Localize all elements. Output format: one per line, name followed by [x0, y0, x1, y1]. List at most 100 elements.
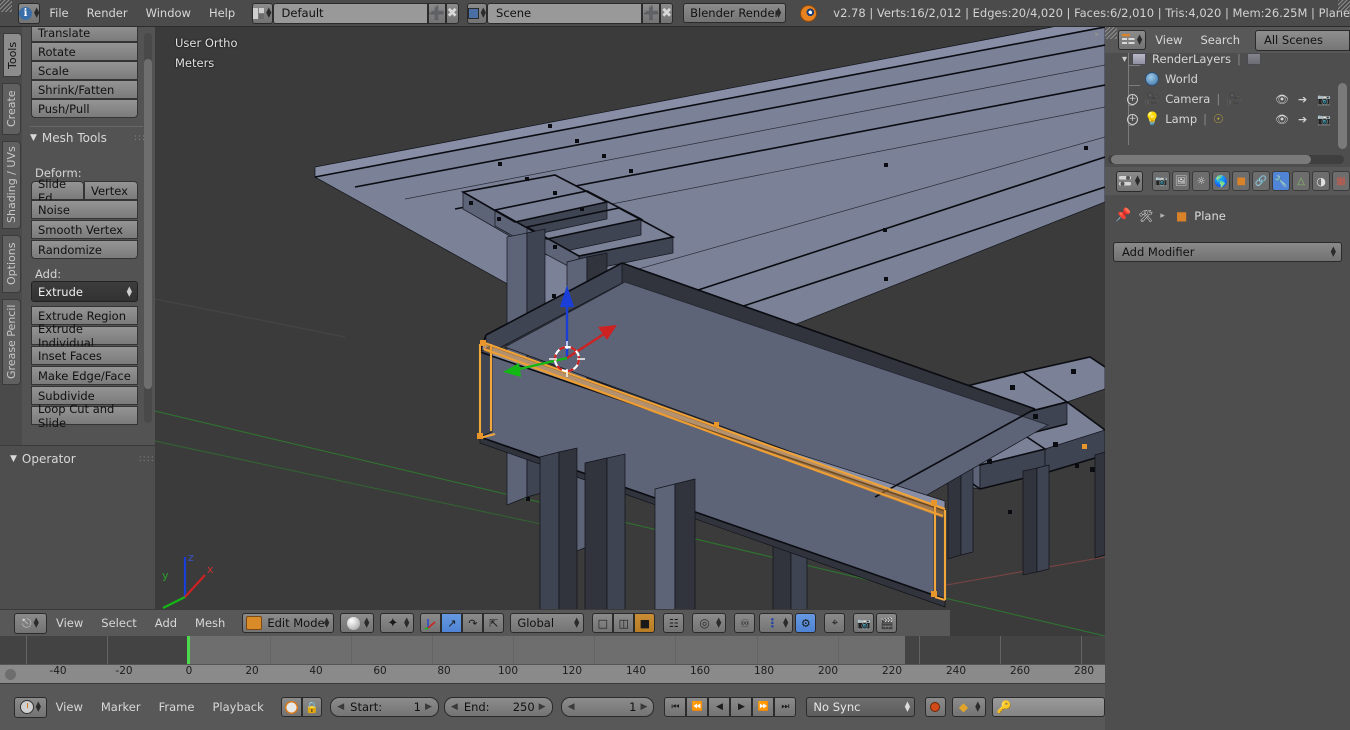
rotate-manipulator-icon[interactable]: ↷ [462, 613, 484, 633]
add-layout-button[interactable]: ➕ [427, 2, 446, 24]
sidebar-tab-options[interactable]: Options [2, 235, 21, 293]
translate-manipulator-icon[interactable]: ↗ [441, 613, 463, 633]
face-select-icon[interactable]: ■ [634, 613, 656, 633]
menu-help[interactable]: Help [200, 2, 244, 24]
jump-next-keyframe-icon[interactable]: ⏩ [752, 697, 775, 717]
editor-type-selector-info[interactable]: i ▲ ▼ [18, 2, 41, 24]
properties-tab-material[interactable]: ◑ [1312, 171, 1331, 191]
sidebar-tab-tools[interactable]: Tools [3, 33, 22, 77]
screen-layout-name-field[interactable]: Default [272, 2, 428, 24]
area-corner-grip[interactable] [0, 0, 12, 12]
tool-button-make-edge-face[interactable]: Make Edge/Face [31, 366, 138, 385]
playback-transport-group[interactable]: ⏮ ⏪ ◀ ▶ ⏩ ⏭ [664, 697, 797, 717]
properties-tab-object-data[interactable]: △ [1292, 171, 1311, 191]
tool-button-inset-faces[interactable]: Inset Faces [31, 346, 138, 365]
current-frame-field[interactable]: ◀ 1 ▶ [560, 697, 655, 717]
play-reverse-icon[interactable]: ◀ [708, 697, 731, 717]
3d-viewport[interactable]: .f { fill:#7b8298; stroke:#11131a; strok… [155, 27, 1105, 636]
tool-button-randomize[interactable]: Randomize [31, 240, 138, 259]
tool-button-slide-edge[interactable]: Slide Ed [31, 177, 84, 205]
snap-closest-icon[interactable]: ⌖ [824, 613, 846, 633]
properties-tab-world[interactable]: 🌎 [1212, 171, 1231, 191]
sidebar-tab-shading-uvs[interactable]: Shading / UVs [2, 141, 21, 229]
area-corner-grip[interactable] [1338, 0, 1350, 12]
timeline-ruler[interactable]: -40 -20 0 20 40 60 80 100 120 140 160 18… [0, 664, 1105, 683]
magnet-icon[interactable]: ♾ [734, 613, 756, 633]
sidebar-tab-create[interactable]: Create [2, 83, 21, 135]
properties-tab-texture[interactable]: ▦ [1332, 171, 1350, 191]
properties-tab-modifiers[interactable]: 🔧 [1272, 171, 1291, 191]
screen-layout-icon[interactable]: ▲ ▼ [252, 2, 273, 24]
editor-type-selector-properties[interactable]: ▲ ▼ [1116, 170, 1144, 192]
edge-select-icon[interactable]: ◫ [613, 613, 635, 633]
scrollbar-thumb[interactable] [144, 59, 152, 389]
record-icon[interactable] [925, 697, 946, 717]
jump-to-start-icon[interactable]: ⏮ [664, 697, 687, 717]
viewport-canvas[interactable]: .f { fill:#7b8298; stroke:#11131a; strok… [155, 27, 1105, 636]
timeline-keyframe-region[interactable] [0, 636, 1105, 664]
cursor-arrow-icon[interactable]: ➔ [1298, 93, 1307, 106]
proportional-edit-dropdown[interactable]: ◎ ▲ ▼ [692, 613, 727, 633]
vertex-select-icon[interactable]: □ [592, 613, 614, 633]
add-scene-button[interactable]: ➕ [642, 2, 661, 24]
tool-button-scale[interactable]: Scale [31, 61, 138, 80]
eye-icon[interactable]: 👁 [1275, 93, 1289, 106]
editor-type-selector-3dview[interactable]: ⎋ ▲ ▼ [14, 612, 47, 634]
tool-button-slide-vertex[interactable]: Vertex [84, 181, 138, 200]
viewport-shading-dropdown[interactable]: ▲ ▼ [340, 613, 375, 633]
playhead[interactable] [187, 636, 190, 664]
scene-icon[interactable]: ▲ ▼ [466, 2, 488, 24]
pin-icon[interactable]: 📌 [1115, 208, 1131, 223]
timeline-menu-playback[interactable]: Playback [203, 696, 272, 718]
tool-shelf-scrollbar[interactable] [144, 33, 152, 423]
panel-header-mesh-tools[interactable]: ▼ Mesh Tools :::: [30, 131, 150, 145]
outliner-menu-search[interactable]: Search [1191, 29, 1249, 51]
eye-icon[interactable]: 👁 [1275, 113, 1289, 126]
camera-render-icon[interactable]: 📷 [1317, 113, 1331, 126]
render-engine-dropdown[interactable]: Blender Render ▲ ▼ [683, 3, 787, 23]
properties-tab-object[interactable]: ■ [1232, 171, 1251, 191]
menu-file[interactable]: File [40, 2, 77, 24]
manipulator-toggle-icon[interactable] [420, 613, 442, 633]
tool-button-push-pull[interactable]: Push/Pull [31, 99, 138, 118]
properties-tab-constraints[interactable]: 🔗 [1252, 171, 1271, 191]
auto-keyframe-icon[interactable] [280, 697, 302, 717]
pivot-point-dropdown[interactable]: ✦ ▲ ▼ [380, 613, 415, 633]
lock-icon[interactable]: 🔒 [301, 697, 323, 717]
add-tool-dropdown[interactable]: Extrude ▲ ▼ [31, 281, 138, 302]
outliner-row-renderlayers[interactable]: ▾ RenderLayers | [1105, 53, 1350, 69]
editor-type-selector-timeline[interactable]: ▲ ▼ [14, 696, 47, 718]
manipulator-toggle-group[interactable]: ↗ ↷ ⇱ [420, 613, 505, 633]
mesh-select-mode-group[interactable]: □ ◫ ■ [592, 613, 656, 633]
expand-plus-icon[interactable]: + [1127, 93, 1138, 105]
timeline-scrollbar-handle[interactable] [5, 669, 16, 680]
area-corner-grip[interactable] [1105, 27, 1117, 39]
limit-selection-visible-icon[interactable]: ☷ [663, 613, 685, 633]
properties-tab-render-layers[interactable]: 🖼 [1172, 171, 1191, 191]
tool-button-smooth-vertex[interactable]: Smooth Vertex [31, 220, 138, 239]
timeline-area[interactable]: -40 -20 0 20 40 60 80 100 120 140 160 18… [0, 636, 1105, 683]
tool-button-extrude-individual[interactable]: Extrude Individual [31, 322, 138, 350]
end-frame-field[interactable]: ◀ End: 250 ▶ [443, 697, 553, 717]
outliner-horizontal-scrollbar[interactable] [1111, 155, 1311, 164]
interaction-mode-dropdown[interactable]: Edit Mode ▲ ▼ [242, 613, 335, 633]
snap-element-dropdown[interactable]: ⋮ ▲ ▼ [759, 613, 794, 633]
expand-plus-icon[interactable]: + [1127, 113, 1138, 125]
outliner-vertical-scrollbar[interactable] [1338, 83, 1347, 149]
snap-target-icon[interactable]: ⚙ [795, 613, 817, 633]
jump-prev-keyframe-icon[interactable]: ⏪ [686, 697, 709, 717]
delete-scene-button[interactable]: ✖ [660, 2, 674, 24]
viewport-menu-add[interactable]: Add [146, 612, 186, 634]
scene-name-field[interactable]: Scene [487, 2, 643, 24]
transform-orientation-dropdown[interactable]: Global ▲ ▼ [510, 613, 585, 633]
outliner-row-lamp[interactable]: + 💡 Lamp | ☉ 👁 ➔ 📷 [1105, 109, 1350, 129]
menu-window[interactable]: Window [137, 2, 200, 24]
sidebar-tab-grease-pencil[interactable]: Grease Pencil [2, 299, 21, 385]
outliner-display-mode-dropdown[interactable]: All Scenes [1255, 29, 1350, 51]
menu-render[interactable]: Render [78, 2, 137, 24]
outliner-tree[interactable]: ▾ RenderLayers | World + 🎥 Camera | 🎥 👁 … [1105, 53, 1350, 167]
timeline-menu-frame[interactable]: Frame [150, 696, 204, 718]
outliner-menu-view[interactable]: View [1146, 29, 1191, 51]
viewport-collapse-arrow-icon[interactable]: ‣ [1089, 27, 1105, 43]
jump-to-end-icon[interactable]: ⏭ [774, 697, 797, 717]
